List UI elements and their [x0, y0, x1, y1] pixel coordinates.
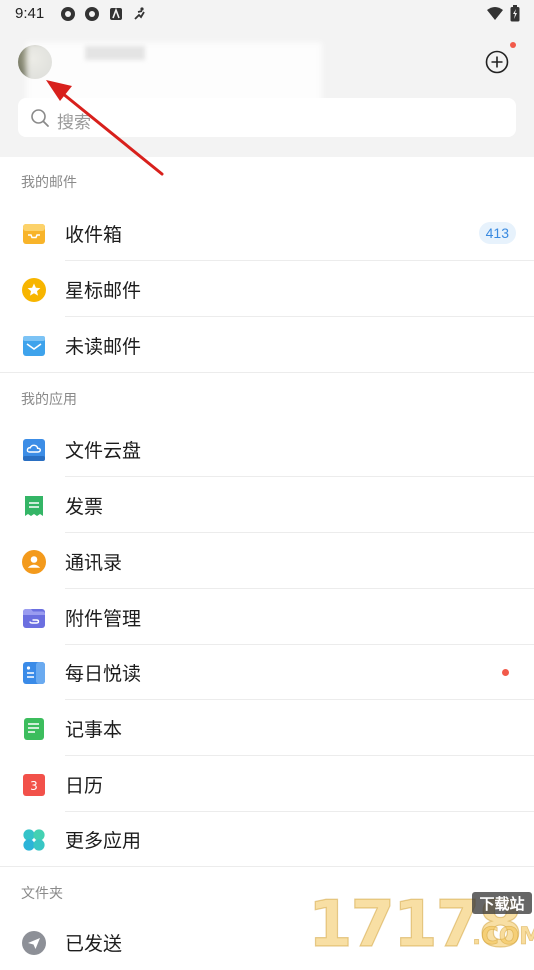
more-apps-icon — [23, 829, 45, 851]
invoice-label: 发票 — [65, 497, 104, 518]
search-input[interactable]: 搜索 — [18, 98, 516, 137]
search-placeholder: 搜索 — [57, 113, 91, 132]
search-icon — [31, 109, 49, 127]
invoice-icon — [25, 496, 43, 516]
contacts-label: 通讯录 — [65, 553, 123, 574]
blurred-account-name — [85, 46, 145, 60]
status-time: 9:41 — [15, 5, 45, 22]
calendar-icon: 3 — [23, 774, 45, 796]
section-header-folders: 文件夹 — [21, 885, 63, 901]
starred-label: 星标邮件 — [65, 281, 142, 302]
daily-reading-label: 每日悦读 — [65, 664, 142, 685]
runner-icon — [132, 6, 148, 22]
attachments-label: 附件管理 — [65, 609, 142, 630]
calendar-label: 日历 — [65, 776, 104, 797]
list-item-daily-reading[interactable]: 每日悦读 — [0, 644, 534, 700]
list-item-contacts[interactable]: 通讯录 — [0, 533, 534, 589]
attachment-icon — [23, 609, 45, 628]
list-item-inbox[interactable]: 收件箱 413 — [0, 205, 534, 261]
add-button[interactable] — [485, 50, 509, 74]
cloud-drive-icon — [23, 439, 45, 461]
battery-icon — [510, 5, 520, 27]
add-button-badge-dot — [510, 42, 516, 48]
app-notification-icon — [84, 6, 100, 22]
watermark-domain-text: .COM — [472, 922, 534, 950]
site-watermark: 17178 下载站 .COM — [307, 887, 534, 950]
notepad-icon — [24, 718, 44, 740]
plus-circle-icon — [485, 50, 509, 74]
list-item-calendar[interactable]: 3 日历 — [0, 756, 534, 812]
unread-mail-icon — [23, 336, 45, 356]
unread-count-badge: 413 — [478, 222, 516, 244]
unread-label: 未读邮件 — [65, 337, 142, 358]
inbox-icon — [23, 224, 45, 244]
contacts-icon — [22, 550, 46, 574]
system-icons — [486, 5, 520, 27]
list-item-notepad[interactable]: 记事本 — [0, 700, 534, 756]
notification-icons — [60, 6, 148, 22]
section-header-my-apps: 我的应用 — [21, 391, 77, 407]
sent-icon — [22, 931, 46, 955]
section-header-my-mail: 我的邮件 — [21, 174, 77, 190]
more-apps-label: 更多应用 — [65, 831, 142, 852]
notepad-label: 记事本 — [65, 720, 123, 741]
star-icon — [22, 278, 46, 302]
list-item-unread[interactable]: 未读邮件 — [0, 317, 534, 373]
wifi-icon — [486, 6, 504, 27]
account-header[interactable] — [0, 40, 534, 108]
new-content-dot — [502, 669, 509, 676]
calendar-day: 3 — [30, 779, 38, 793]
font-notification-icon — [108, 6, 124, 22]
list-item-more-apps[interactable]: 更多应用 — [0, 811, 534, 867]
status-bar: 9:41 — [0, 0, 534, 28]
inbox-label: 收件箱 — [65, 225, 123, 246]
cloud-drive-label: 文件云盘 — [65, 441, 142, 462]
list-item-attachments[interactable]: 附件管理 — [0, 589, 534, 645]
section-divider — [0, 372, 534, 373]
list-item-invoice[interactable]: 发票 — [0, 477, 534, 533]
list-item-cloud-drive[interactable]: 文件云盘 — [0, 421, 534, 477]
watermark-sub-text: 下载站 — [479, 895, 524, 913]
section-divider — [0, 866, 534, 867]
sent-label: 已发送 — [65, 934, 123, 955]
list-item-starred[interactable]: 星标邮件 — [0, 261, 534, 317]
daily-reading-icon — [23, 662, 45, 684]
app-notification-icon — [60, 6, 76, 22]
